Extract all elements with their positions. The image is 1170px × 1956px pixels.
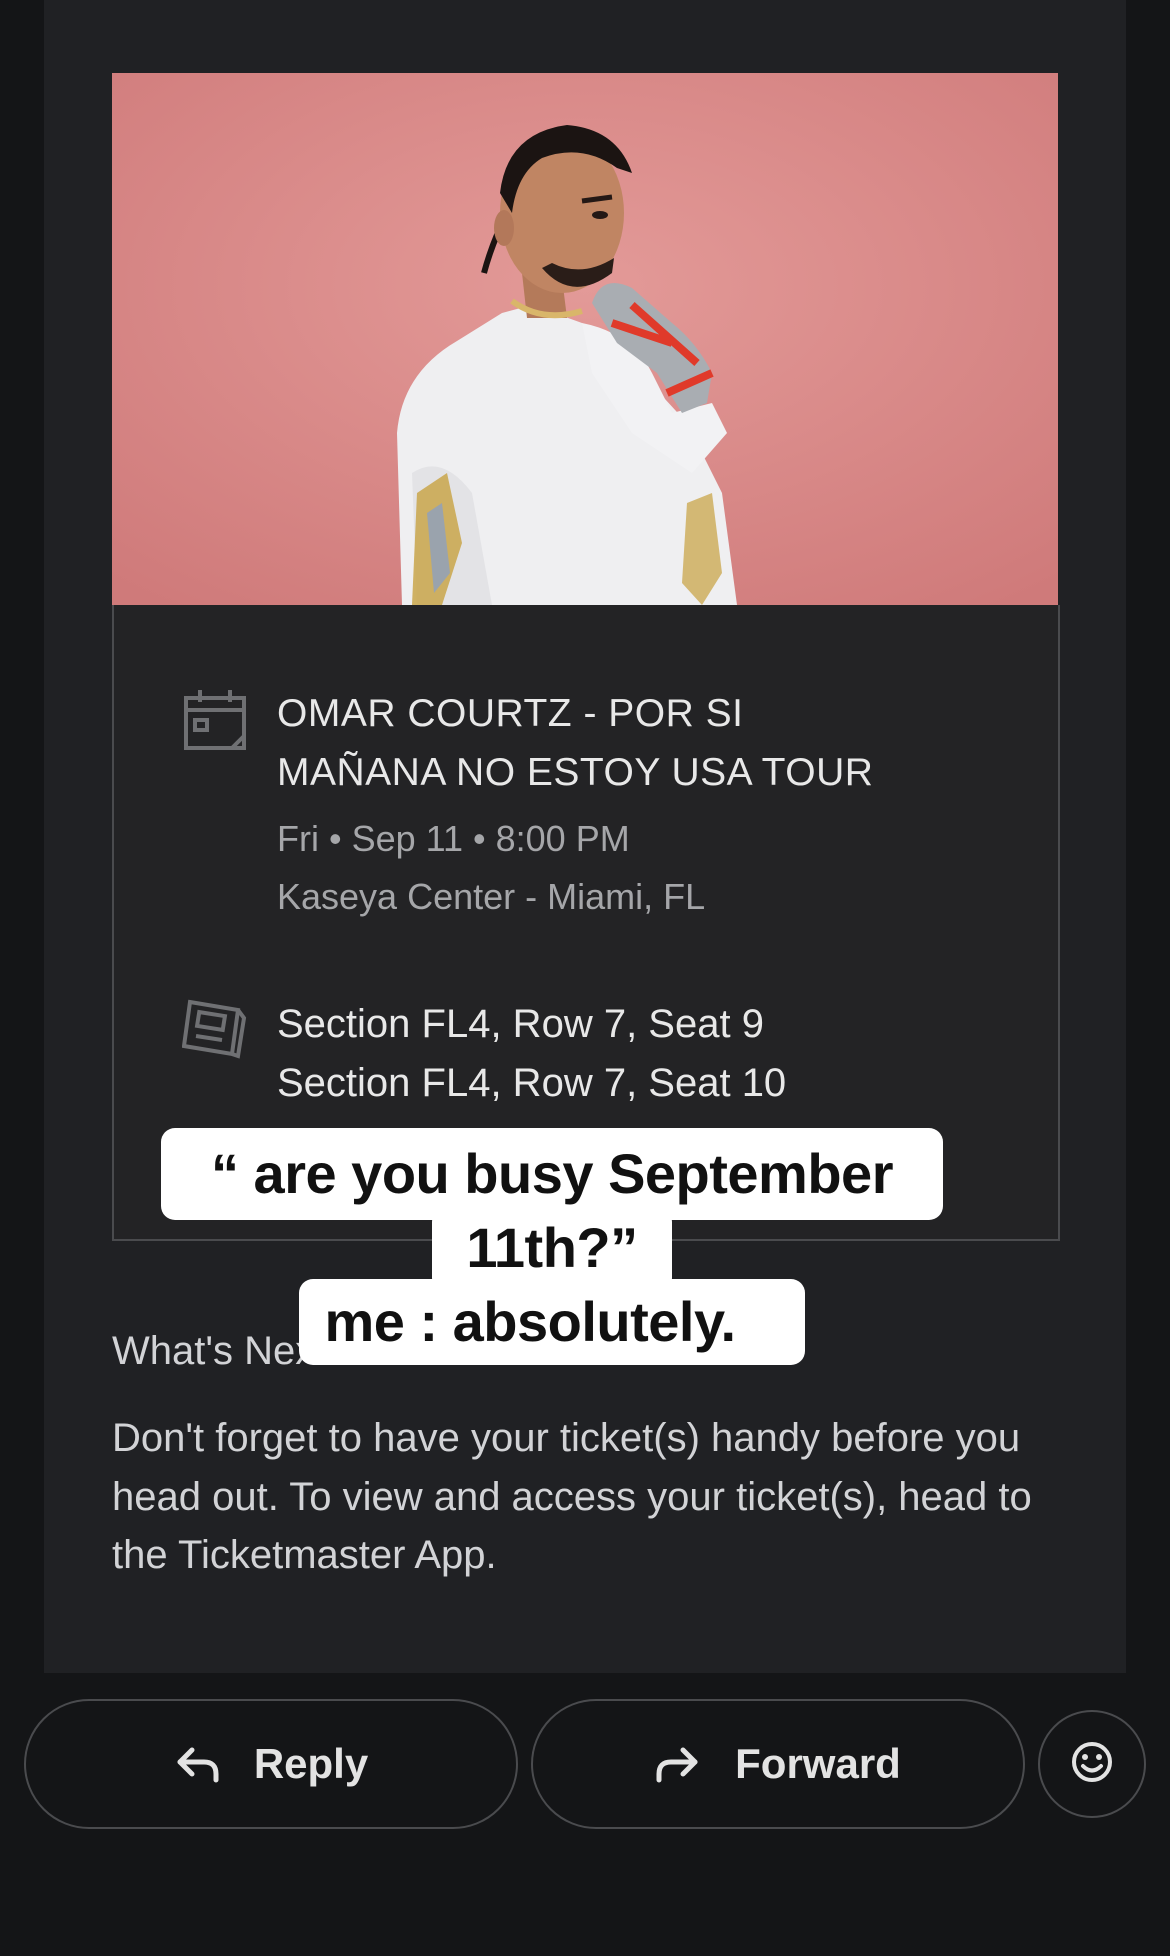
reply-label: Reply [253,1740,369,1787]
event-datetime: Fri • Sep 11 • 8:00 PM [277,818,630,859]
whats-next-body: Don't forget to have your ticket(s) hand… [112,1416,1032,1577]
event-title-line2: MAÑANA NO ESTOY USA TOUR [277,751,874,794]
ticket-icon [182,996,248,1062]
caption-line-2-text: 11th?” [466,1216,638,1279]
caption-line-3-text: me : absolutely. [324,1290,736,1353]
email-screen: OMAR COURTZ - POR SI MAÑANA NO ESTOY USA… [0,0,1170,1956]
reply-arrow-icon [174,1744,220,1784]
event-title-line1: OMAR COURTZ - POR SI [277,692,744,735]
event-title: OMAR COURTZ - POR SI MAÑANA NO ESTOY USA… [277,684,1037,802]
reply-button[interactable]: Reply [24,1699,518,1829]
forward-label: Forward [735,1740,901,1787]
forward-arrow-icon [655,1744,701,1784]
calendar-icon [182,688,248,754]
caption-line-1: “ are you busy September [161,1128,943,1220]
seat-line-1: Section FL4, Row 7, Seat 9 [277,1002,764,1046]
caption-line-3: me : absolutely. [299,1279,805,1365]
emoji-reaction-button[interactable] [1038,1710,1146,1818]
smiley-icon [1070,1740,1114,1789]
event-venue: Kaseya Center - Miami, FL [277,876,706,917]
artist-photo [112,73,1058,605]
forward-button[interactable]: Forward [531,1699,1025,1829]
caption-line-1-text: “ are you busy September [210,1142,894,1205]
seat-line-2: Section FL4, Row 7, Seat 10 [277,1061,787,1105]
